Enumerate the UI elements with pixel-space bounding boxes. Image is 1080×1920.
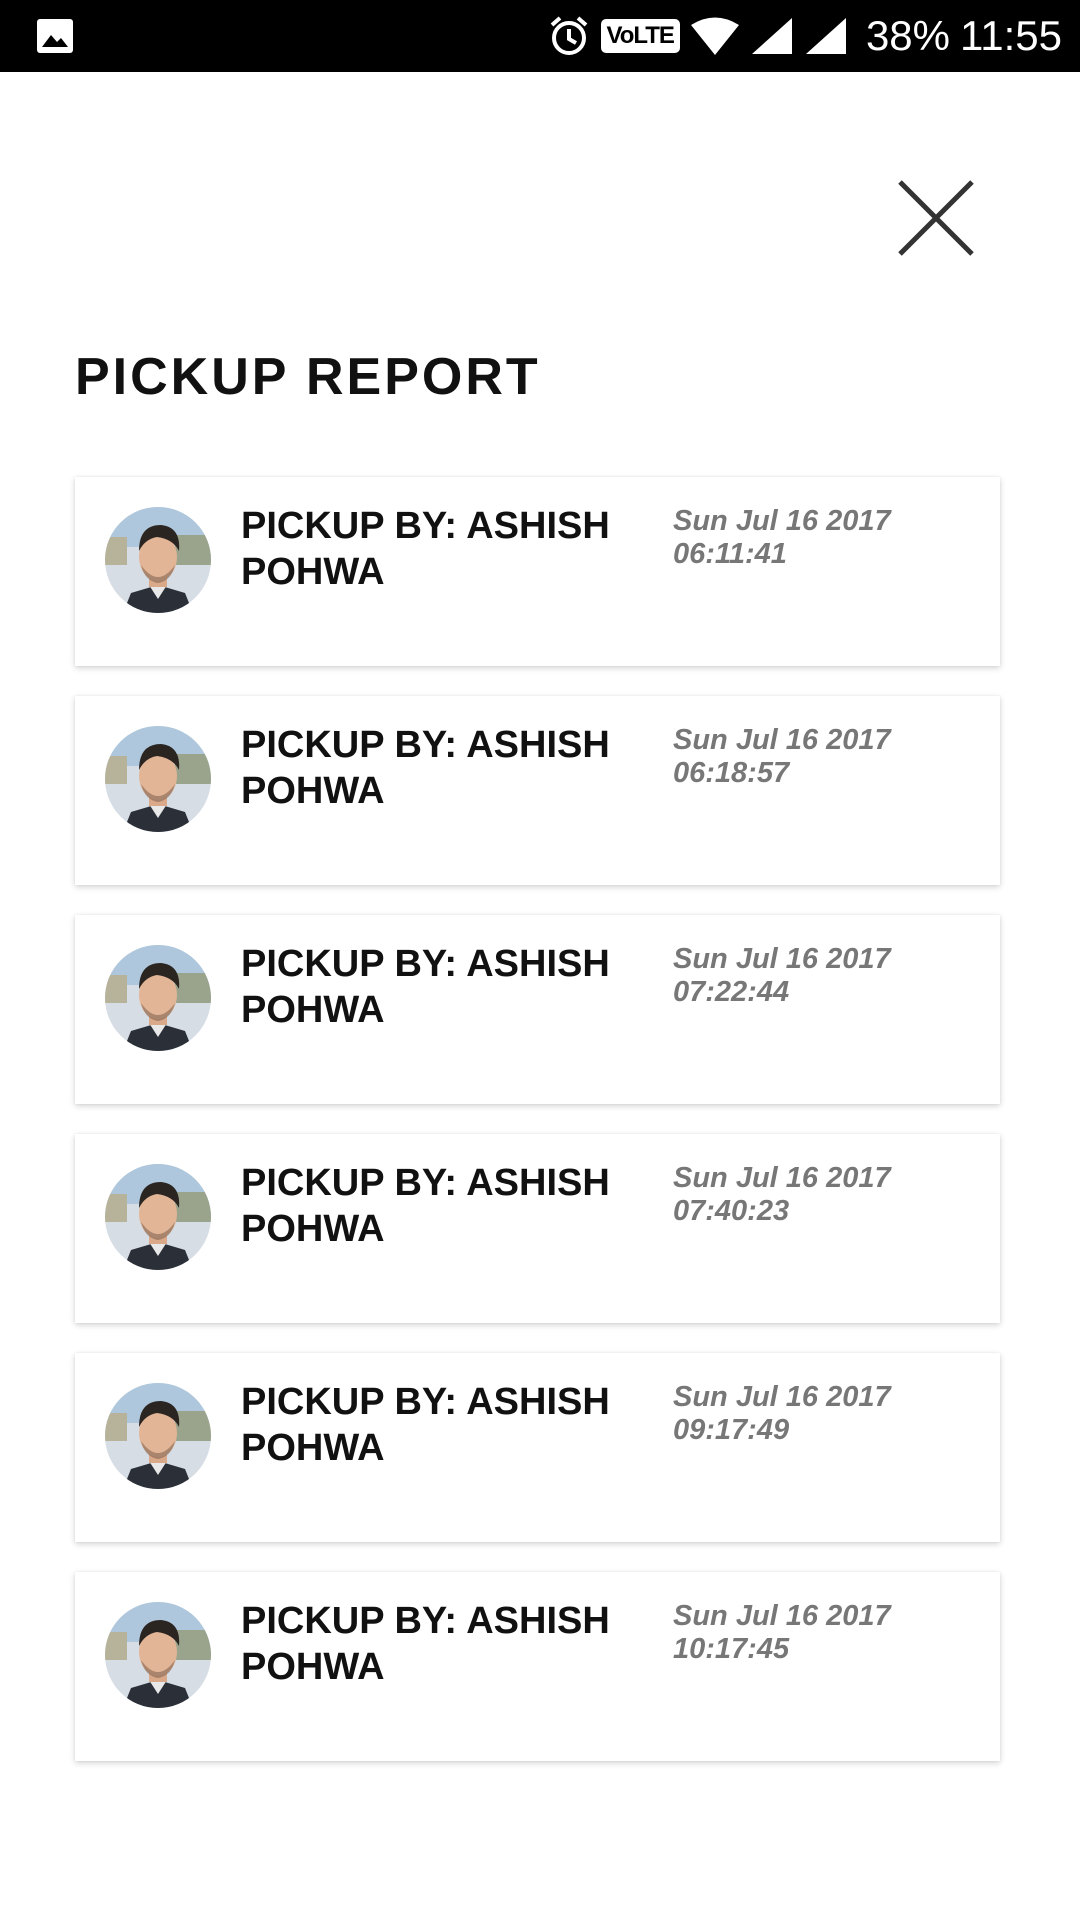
pickup-name: PICKUP BY: ASHISH POHWA (241, 1162, 610, 1250)
pickup-name: PICKUP BY: ASHISH POHWA (241, 724, 610, 812)
avatar (105, 726, 211, 832)
pickup-date: Sun Jul 16 2017 06:11:41 (673, 505, 891, 570)
close-button[interactable] (890, 172, 986, 268)
avatar (105, 1383, 211, 1489)
pickup-date: Sun Jul 16 2017 07:40:23 (673, 1162, 891, 1227)
alarm-icon (550, 16, 587, 55)
pickup-name: PICKUP BY: ASHISH POHWA (241, 1381, 610, 1469)
status-icons: VoLTE 38% 11:55 (547, 0, 1062, 72)
avatar (105, 945, 211, 1051)
page-title: PICKUP REPORT (75, 348, 541, 406)
battery-percent: 38% (865, 12, 950, 59)
wifi-icon (690, 17, 739, 55)
pickup-card[interactable]: PICKUP BY: ASHISH POHWA Sun Jul 16 2017 … (75, 1353, 1000, 1542)
pickup-name: PICKUP BY: ASHISH POHWA (241, 1600, 610, 1688)
avatar (105, 1602, 211, 1708)
clock: 11:55 (960, 12, 1062, 59)
pickup-date: Sun Jul 16 2017 09:17:49 (673, 1381, 891, 1446)
pickup-card[interactable]: PICKUP BY: ASHISH POHWA Sun Jul 16 2017 … (75, 915, 1000, 1104)
pickup-name: PICKUP BY: ASHISH POHWA (241, 943, 610, 1031)
pickup-card[interactable]: PICKUP BY: ASHISH POHWA Sun Jul 16 2017 … (75, 477, 1000, 666)
pickup-list: PICKUP BY: ASHISH POHWA Sun Jul 16 2017 … (75, 477, 1000, 1791)
signal-icon (805, 18, 846, 54)
pickup-card[interactable]: PICKUP BY: ASHISH POHWA Sun Jul 16 2017 … (75, 1572, 1000, 1761)
avatar (105, 507, 211, 613)
pickup-date: Sun Jul 16 2017 06:18:57 (673, 724, 891, 789)
signal-icon (751, 18, 792, 54)
volte-icon: VoLTE (600, 19, 680, 53)
pickup-date: Sun Jul 16 2017 07:22:44 (673, 943, 891, 1008)
pickup-card[interactable]: PICKUP BY: ASHISH POHWA Sun Jul 16 2017 … (75, 696, 1000, 885)
pickup-date: Sun Jul 16 2017 10:17:45 (673, 1600, 891, 1665)
gallery-icon (37, 19, 73, 53)
avatar (105, 1164, 211, 1270)
close-icon (898, 180, 974, 256)
pickup-card[interactable]: PICKUP BY: ASHISH POHWA Sun Jul 16 2017 … (75, 1134, 1000, 1323)
pickup-name: PICKUP BY: ASHISH POHWA (241, 505, 610, 593)
status-bar: VoLTE 38% 11:55 (0, 0, 1080, 72)
